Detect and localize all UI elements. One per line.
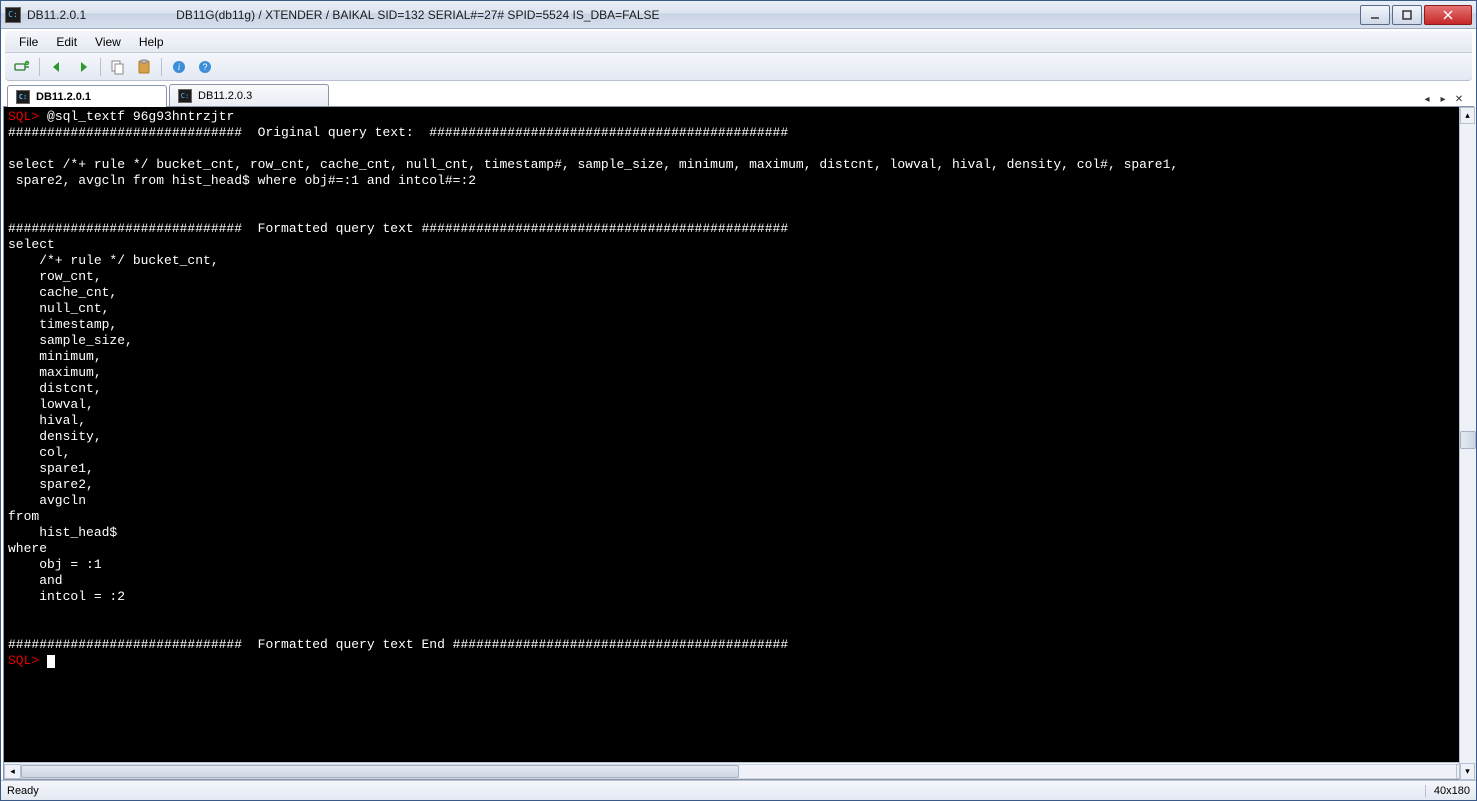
window-subtitle: DB11G(db11g) / XTENDER / BAIKAL SID=132 … (176, 8, 659, 22)
menu-file[interactable]: File (11, 33, 46, 51)
menu-bar: File Edit View Help (5, 31, 1472, 53)
tab-label: DB11.2.0.1 (36, 91, 91, 103)
info-icon[interactable]: i (168, 56, 190, 78)
window-controls (1360, 5, 1472, 25)
sql-prompt: SQL> (8, 109, 39, 124)
app-window: C: DB11.2.0.1 DB11G(db11g) / XTENDER / B… (0, 0, 1477, 801)
scroll-track[interactable] (1460, 124, 1476, 763)
title-bar: C: DB11.2.0.1 DB11G(db11g) / XTENDER / B… (1, 1, 1476, 29)
close-button[interactable] (1424, 5, 1472, 25)
tab-db11201[interactable]: C: DB11.2.0.1 (7, 85, 167, 107)
scroll-down-icon[interactable]: ▾ (1460, 763, 1475, 780)
menu-view[interactable]: View (87, 33, 129, 51)
tab-label: DB11.2.0.3 (198, 90, 252, 102)
back-icon[interactable] (46, 56, 68, 78)
scroll-track[interactable] (21, 764, 1456, 779)
copy-icon[interactable] (107, 56, 129, 78)
tab-close-icon[interactable]: ✕ (1452, 92, 1466, 106)
terminal-container: SQL> @sql_textf 96g93hntrzjtr ##########… (3, 107, 1474, 780)
forward-icon[interactable] (72, 56, 94, 78)
terminal-output: ############################## Original … (8, 125, 1178, 652)
svg-text:?: ? (202, 62, 207, 72)
app-icon: C: (5, 7, 21, 23)
vertical-scrollbar[interactable]: ▴ ▾ (1459, 107, 1476, 780)
window-title: DB11.2.0.1 (27, 8, 86, 22)
terminal-icon: C: (178, 89, 192, 103)
tab-db11203[interactable]: C: DB11.2.0.3 (169, 84, 329, 106)
paste-icon[interactable] (133, 56, 155, 78)
menu-help[interactable]: Help (131, 33, 172, 51)
menu-edit[interactable]: Edit (48, 33, 85, 51)
minimize-button[interactable] (1360, 5, 1390, 25)
scroll-up-icon[interactable]: ▴ (1460, 107, 1475, 124)
tab-next-icon[interactable]: ▸ (1436, 92, 1450, 106)
terminal[interactable]: SQL> @sql_textf 96g93hntrzjtr ##########… (4, 107, 1473, 762)
tab-nav: ◂ ▸ ✕ (1420, 92, 1470, 106)
help-icon[interactable]: ? (194, 56, 216, 78)
scroll-thumb[interactable] (1460, 431, 1476, 449)
sql-prompt: SQL> (8, 653, 39, 668)
tab-strip: C: DB11.2.0.1 C: DB11.2.0.3 ◂ ▸ ✕ (3, 83, 1474, 107)
scroll-left-icon[interactable]: ◂ (4, 764, 21, 779)
status-size: 40x180 (1425, 785, 1470, 797)
scroll-thumb[interactable] (21, 765, 739, 778)
cursor (47, 655, 55, 668)
terminal-icon: C: (16, 90, 30, 104)
new-connection-icon[interactable]: + (11, 56, 33, 78)
maximize-button[interactable] (1392, 5, 1422, 25)
horizontal-scrollbar[interactable]: ◂ ▸ (4, 762, 1473, 779)
status-bar: Ready 40x180 (1, 780, 1476, 800)
toolbar: + i ? (5, 53, 1472, 81)
sql-command: @sql_textf 96g93hntrzjtr (39, 109, 234, 124)
tab-prev-icon[interactable]: ◂ (1420, 92, 1434, 106)
status-text: Ready (7, 785, 1425, 797)
